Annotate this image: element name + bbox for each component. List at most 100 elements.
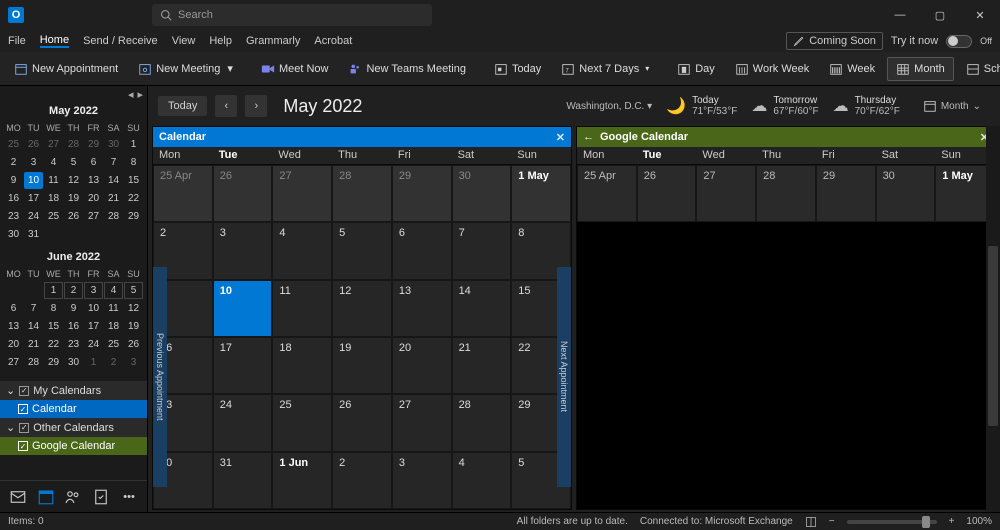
mini-cal-day[interactable]: 27 xyxy=(4,354,23,371)
mini-cal-day[interactable]: 8 xyxy=(44,300,63,317)
calendar-cell[interactable]: 3 xyxy=(637,222,697,279)
menu-item-home[interactable]: Home xyxy=(40,34,69,48)
mini-cal-day[interactable]: 1 xyxy=(44,282,63,299)
mini-cal-day[interactable]: 25 xyxy=(4,136,23,153)
calendar-cell[interactable]: 28 xyxy=(332,165,392,222)
mini-cal-day[interactable]: 25 xyxy=(44,208,63,225)
mini-cal-day[interactable]: 21 xyxy=(24,336,43,353)
calendar-cell[interactable]: 26 xyxy=(213,165,273,222)
calendar-cell[interactable]: 28 xyxy=(756,165,816,222)
mini-cal-day[interactable]: 3 xyxy=(24,154,43,171)
calendar-cell[interactable]: 27 xyxy=(696,165,756,222)
try-it-now-toggle[interactable] xyxy=(946,35,972,48)
menu-item-acrobat[interactable]: Acrobat xyxy=(314,35,352,47)
calendar-cell[interactable]: 4 xyxy=(876,452,936,509)
calendar-cell[interactable]: 30 xyxy=(876,165,936,222)
calendar-cell[interactable]: 28 xyxy=(876,394,936,451)
calendar-cell[interactable]: 17 xyxy=(213,337,273,394)
calendar-cell[interactable]: 29 xyxy=(816,165,876,222)
calendar-cell[interactable]: 26 xyxy=(637,165,697,222)
maximize-button[interactable]: ▢ xyxy=(920,0,960,30)
calendar-cell[interactable]: 27 xyxy=(272,165,332,222)
calendar-cell[interactable]: 1 Jun xyxy=(696,452,756,509)
mini-cal-day[interactable]: 29 xyxy=(84,136,103,153)
day-view-button[interactable]: Day xyxy=(669,58,723,80)
tasks-icon[interactable] xyxy=(92,488,110,506)
mini-cal-day[interactable]: 24 xyxy=(84,336,103,353)
mini-cal-day[interactable]: 19 xyxy=(124,318,143,335)
mini-cal-day[interactable]: 11 xyxy=(44,172,63,189)
calendar-cell[interactable]: 4 xyxy=(452,452,512,509)
calendar-item-calendar[interactable]: Calendar xyxy=(0,400,147,418)
calendar-cell[interactable]: 24 xyxy=(213,394,273,451)
mini-cal-day[interactable]: 2 xyxy=(104,354,123,371)
mini-cal-day[interactable]: 5 xyxy=(64,154,83,171)
mini-cal-day[interactable]: 1 xyxy=(84,354,103,371)
mini-cal-day[interactable]: 13 xyxy=(4,318,23,335)
search-input[interactable]: Search xyxy=(152,4,432,26)
mini-cal-day[interactable]: 19 xyxy=(64,190,83,207)
mini-cal-day[interactable]: 12 xyxy=(124,300,143,317)
mini-cal-day[interactable]: 9 xyxy=(4,172,23,189)
menu-item-view[interactable]: View xyxy=(172,35,196,47)
calendar-cell[interactable]: 2 xyxy=(577,222,637,279)
mini-cal-day[interactable]: 18 xyxy=(44,190,63,207)
mini-cal-day[interactable]: 28 xyxy=(64,136,83,153)
calendar-cell[interactable]: 30 xyxy=(577,452,637,509)
calendar-cell[interactable]: 7 xyxy=(876,222,936,279)
checkbox-icon[interactable] xyxy=(18,404,28,414)
checkbox-icon[interactable] xyxy=(19,386,29,396)
mini-cal-day[interactable]: 28 xyxy=(24,354,43,371)
calendar-cell[interactable]: 20 xyxy=(392,337,452,394)
next-7-days-button[interactable]: 7Next 7 Days▾ xyxy=(553,58,657,80)
mini-cal-day[interactable]: 23 xyxy=(4,208,23,225)
calendar-cell[interactable]: 9 xyxy=(577,280,637,337)
mini-cal-day[interactable]: 10 xyxy=(84,300,103,317)
mini-cal-day[interactable]: 16 xyxy=(64,318,83,335)
calendar-cell[interactable]: 21 xyxy=(452,337,512,394)
mini-cal-day[interactable]: 3 xyxy=(84,282,103,299)
mini-cal-day[interactable]: 30 xyxy=(64,354,83,371)
checkbox-icon[interactable] xyxy=(18,441,28,451)
calendar-cell[interactable]: 16 xyxy=(577,337,637,394)
checkbox-icon[interactable] xyxy=(19,423,29,433)
calendar-cell[interactable]: 3 xyxy=(392,452,452,509)
calendar-nav-icon[interactable] xyxy=(37,488,55,506)
meet-now-button[interactable]: Meet Now xyxy=(253,58,337,80)
forecast-day[interactable]: 🌙Today71°F/53°F xyxy=(666,95,737,117)
mini-cal-day[interactable]: 2 xyxy=(64,282,83,299)
mini-cal-day[interactable]: 26 xyxy=(124,336,143,353)
mini-cal-day[interactable]: 3 xyxy=(124,354,143,371)
mini-cal-day[interactable]: 24 xyxy=(24,208,43,225)
calendar-cell[interactable]: 11 xyxy=(696,280,756,337)
mini-cal-day[interactable]: 15 xyxy=(124,172,143,189)
calendar-cell[interactable]: 28 xyxy=(452,394,512,451)
menu-item-send-receive[interactable]: Send / Receive xyxy=(83,35,158,47)
calendar-cell[interactable]: 6 xyxy=(392,222,452,279)
mini-cal-day[interactable]: 31 xyxy=(24,226,43,243)
forecast-day[interactable]: ☁Tomorrow67°F/60°F xyxy=(751,95,818,117)
mini-cal-day[interactable]: 20 xyxy=(84,190,103,207)
calendar-cell[interactable]: 23 xyxy=(577,394,637,451)
calendar-cell[interactable]: 7 xyxy=(452,222,512,279)
calendar-cell[interactable]: 25 xyxy=(696,394,756,451)
other-calendars-group[interactable]: ⌄Other Calendars xyxy=(0,418,147,437)
mini-cal-day[interactable]: 20 xyxy=(4,336,23,353)
mini-cal-day[interactable]: 6 xyxy=(4,300,23,317)
schedule-view-button[interactable]: Schedule View▾ xyxy=(958,58,1000,80)
people-icon[interactable] xyxy=(64,488,82,506)
calendar-cell[interactable]: 5 xyxy=(332,222,392,279)
calendar-cell[interactable]: 19 xyxy=(332,337,392,394)
mail-icon[interactable] xyxy=(9,488,27,506)
mini-cal-day[interactable]: 2 xyxy=(4,154,23,171)
goto-today-button[interactable]: Today xyxy=(158,96,207,116)
calendar-cell[interactable]: 31 xyxy=(637,452,697,509)
calendar-cell[interactable]: 29 xyxy=(392,165,452,222)
mini-cal-day[interactable]: 27 xyxy=(44,136,63,153)
mini-cal-day[interactable]: 5 xyxy=(124,282,143,299)
calendar-cell[interactable]: 13 xyxy=(392,280,452,337)
mini-cal-day[interactable]: 22 xyxy=(44,336,63,353)
calendar-cell[interactable]: 25 Apr xyxy=(153,165,213,222)
calendar-cell[interactable]: 26 xyxy=(332,394,392,451)
calendar-cell[interactable]: 1 May xyxy=(511,165,571,222)
